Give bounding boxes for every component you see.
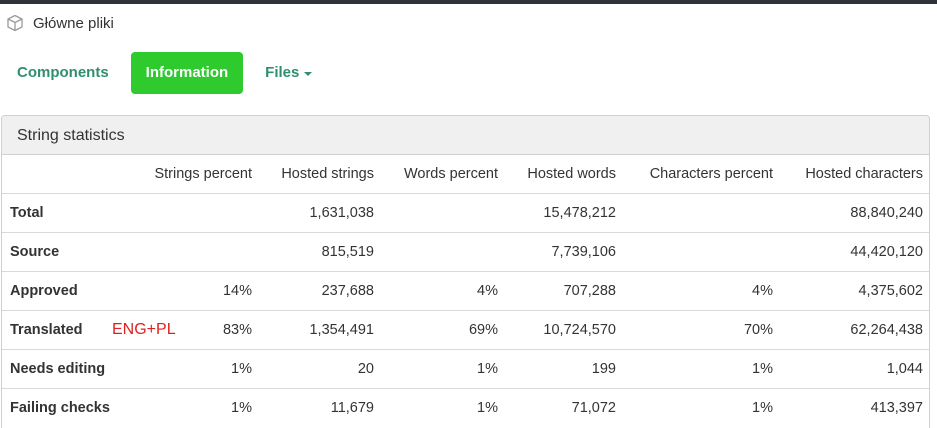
table-row: Total 1,631,038 15,478,212 88,840,240 [2,192,929,232]
table-cell [380,231,504,271]
table-cell: 1,354,491 [258,309,380,349]
row-label: Source [2,231,140,271]
table-cell: 1% [380,348,504,388]
row-label-translated: Translated ENG+PL [2,309,176,349]
table-cell: 237,688 [258,270,380,310]
row-label: Failing checks [2,387,140,427]
table-cell: 20 [258,348,380,388]
top-bar [0,0,937,4]
table-header-row: Strings percent Hosted strings Words per… [2,155,929,193]
column-header: Hosted words [527,165,616,182]
tab-information[interactable]: Information [130,52,244,94]
tab-files[interactable]: Files [265,52,313,94]
column-header [2,155,140,193]
table-row: Translated ENG+PL 83% 1,354,491 69% 10,7… [2,309,929,349]
table-cell [140,231,258,271]
table-cell: 15,478,212 [504,192,622,232]
cube-icon [6,14,24,32]
table-row: Source 815,519 7,739,106 44,420,120 [2,231,929,271]
table-cell: 7,739,106 [504,231,622,271]
table-cell: 199 [504,348,622,388]
table-cell [140,192,258,232]
tab-components[interactable]: Components [17,52,109,94]
panel-title: String statistics [2,116,929,155]
table-cell: 4% [622,270,779,310]
table-cell: 1% [140,387,258,427]
row-label: Approved [2,270,140,310]
breadcrumb[interactable]: Główne pliki [6,12,114,34]
table-cell [622,231,779,271]
table-cell: 10,724,570 [504,309,622,349]
table-cell: 1% [140,348,258,388]
table-cell: 88,840,240 [779,192,929,232]
table-cell: 70% [622,309,779,349]
table-cell: 14% [140,270,258,310]
table-cell [622,192,779,232]
table-cell: 1% [622,348,779,388]
table-cell: 1,044 [779,348,929,388]
annotation-label: ENG+PL [112,320,176,338]
table-row: Needs editing 1% 20 1% 199 1% 1,044 [2,348,929,388]
table-cell: 1% [380,387,504,427]
table-cell: 4% [380,270,504,310]
table-cell: 1,631,038 [258,192,380,232]
table-cell: 44,420,120 [779,231,929,271]
column-header: Hosted strings [281,165,374,182]
column-header: Words percent [403,165,498,182]
table-cell: 815,519 [258,231,380,271]
table-cell: 62,264,438 [779,309,929,349]
caret-down-icon [304,72,313,76]
breadcrumb-label[interactable]: Główne pliki [33,15,114,32]
row-label: Translated [10,321,83,338]
row-label: Total [2,192,140,232]
table-row: Approved 14% 237,688 4% 707,288 4% 4,375… [2,270,929,310]
statistics-table: Strings percent Hosted strings Words per… [2,155,929,427]
row-label: Needs editing [2,348,140,388]
table-cell: 69% [380,309,504,349]
tab-files-label: Files [265,64,300,81]
table-cell: 71,072 [504,387,622,427]
table-cell: 11,679 [258,387,380,427]
table-cell: 707,288 [504,270,622,310]
column-header: Strings percent [154,165,252,182]
tab-bar: Components Information Files [0,52,313,94]
string-statistics-panel: String statistics Strings percent Hosted… [1,115,930,428]
table-cell: 1% [622,387,779,427]
column-header: Hosted characters [805,165,923,182]
table-cell: 413,397 [779,387,929,427]
table-row: Failing checks 1% 11,679 1% 71,072 1% 41… [2,387,929,427]
table-cell: 4,375,602 [779,270,929,310]
column-header: Characters percent [649,165,773,182]
table-cell [380,192,504,232]
